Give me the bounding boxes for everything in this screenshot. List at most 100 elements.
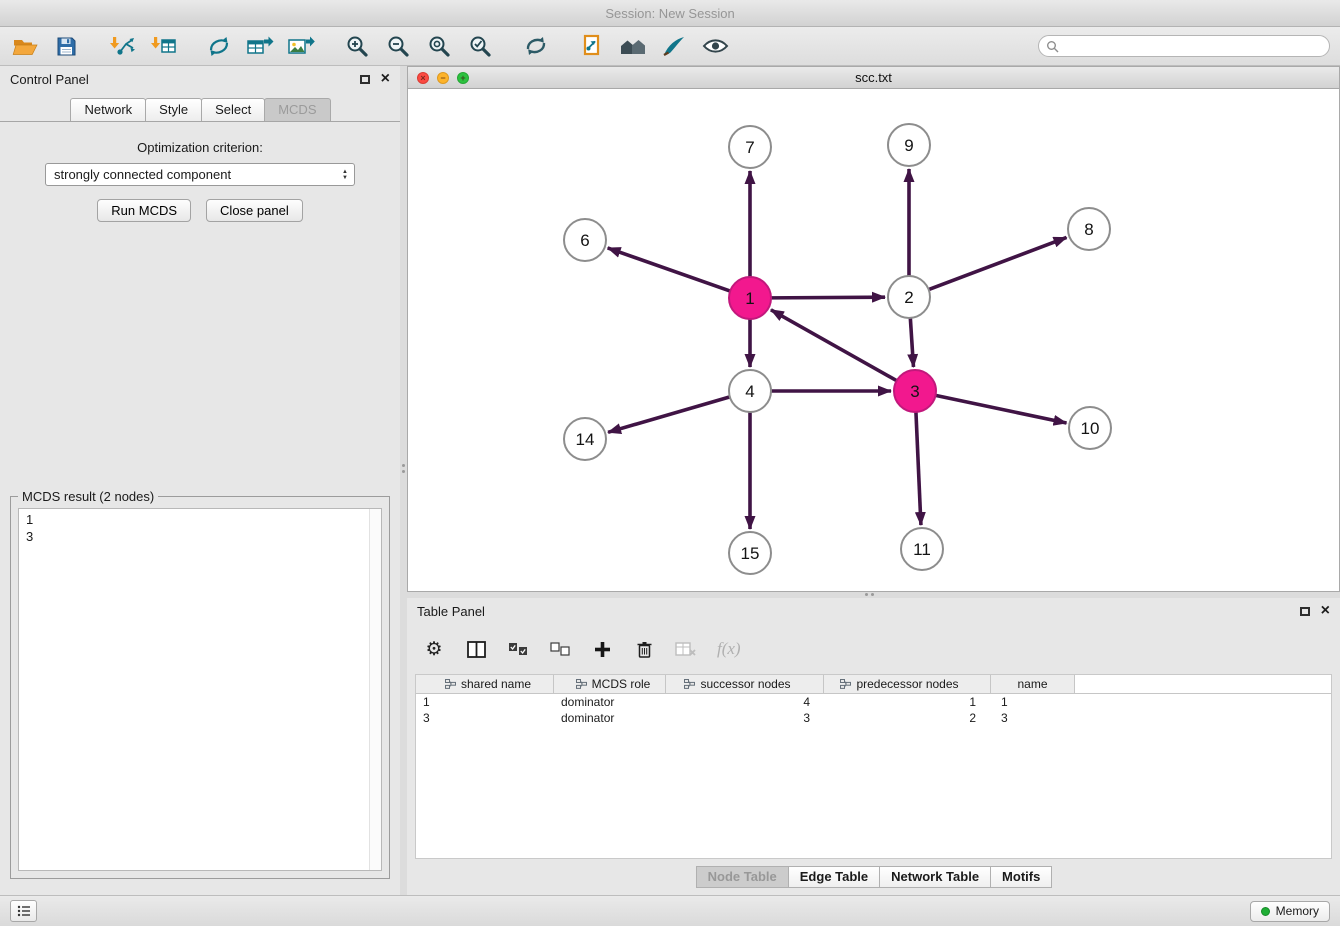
graph-node-14[interactable]: 14 — [564, 418, 606, 460]
import-network-button[interactable] — [107, 31, 137, 61]
graph-edge-3-1[interactable] — [771, 310, 897, 381]
zoom-in-button[interactable] — [342, 31, 372, 61]
close-table-panel-icon[interactable]: × — [1321, 603, 1330, 619]
graph-node-3[interactable]: 3 — [894, 370, 936, 412]
window-title: Session: New Session — [605, 6, 734, 21]
graph-node-2[interactable]: 2 — [888, 276, 930, 318]
paint-style-button[interactable] — [659, 31, 689, 61]
zoom-selected-icon — [468, 34, 492, 58]
result-value: 1 — [26, 511, 374, 528]
graph-node-10[interactable]: 10 — [1069, 407, 1111, 449]
vertical-splitter[interactable] — [400, 66, 407, 895]
tab-motifs[interactable]: Motifs — [990, 866, 1052, 888]
cell-mcds-role: dominator — [554, 710, 666, 726]
open-session-button[interactable] — [10, 31, 40, 61]
refresh-arrows-icon — [524, 35, 548, 57]
graph-node-9[interactable]: 9 — [888, 124, 930, 166]
zoom-in-icon — [345, 34, 369, 58]
export-table-button[interactable] — [245, 31, 275, 61]
table-row[interactable]: 1 dominator 4 1 1 — [416, 694, 1331, 710]
tab-network-table[interactable]: Network Table — [879, 866, 991, 888]
import-network-icon — [109, 35, 136, 57]
criterion-dropdown-value: strongly connected component — [54, 167, 231, 182]
show-hide-details-button[interactable] — [700, 31, 730, 61]
deselect-all-rows-button[interactable] — [549, 637, 571, 661]
tab-edge-table[interactable]: Edge Table — [788, 866, 880, 888]
graph-edge-3-11[interactable] — [916, 412, 921, 525]
window-zoom-button[interactable]: + — [457, 72, 469, 84]
apply-layout-button[interactable] — [521, 31, 551, 61]
graph-edge-4-14[interactable] — [608, 397, 730, 432]
graph-node-15[interactable]: 15 — [729, 532, 771, 574]
criterion-dropdown[interactable]: strongly connected component ▲▼ — [45, 163, 355, 186]
select-all-rows-button[interactable] — [507, 637, 529, 661]
delete-rows-button[interactable] — [633, 637, 655, 661]
control-panel-title: Control Panel — [10, 72, 89, 87]
graph-edge-1-6[interactable] — [608, 248, 731, 291]
tab-mcds[interactable]: MCDS — [264, 98, 330, 121]
column-visibility-button[interactable] — [465, 637, 487, 661]
zoom-selected-button[interactable] — [465, 31, 495, 61]
document-share-button[interactable] — [577, 31, 607, 61]
column-header-shared-name[interactable]: shared name — [416, 675, 554, 694]
column-header-mcds-role[interactable]: MCDS role — [554, 675, 666, 694]
zoom-out-button[interactable] — [383, 31, 413, 61]
tab-style[interactable]: Style — [145, 98, 202, 121]
mcds-result-list[interactable]: 1 3 — [18, 508, 382, 871]
tab-select[interactable]: Select — [201, 98, 265, 121]
graph-node-1[interactable]: 1 — [729, 277, 771, 319]
save-session-button[interactable] — [51, 31, 81, 61]
export-network-button[interactable] — [204, 31, 234, 61]
graph-node-4[interactable]: 4 — [729, 370, 771, 412]
network-view-window: scc.txt × − + 7 9 6 8 1 2 4 3 14 10 15 11 — [407, 66, 1340, 592]
cell-shared-name: 1 — [416, 694, 554, 710]
horizontal-splitter[interactable] — [407, 592, 1340, 598]
float-table-panel-button[interactable] — [1300, 607, 1310, 616]
table-panel-header: Table Panel × — [407, 598, 1340, 624]
graph-edge-1-2[interactable] — [771, 297, 885, 298]
import-table-icon — [150, 35, 177, 57]
delete-table-button[interactable] — [675, 637, 697, 661]
home-button[interactable] — [618, 31, 648, 61]
table-settings-button[interactable]: ⚙ — [423, 637, 445, 661]
graph-edge-2-8[interactable] — [929, 237, 1067, 289]
graph-node-label: 14 — [576, 430, 595, 449]
search-input[interactable] — [1064, 39, 1322, 53]
control-panel-header: Control Panel × — [0, 66, 400, 92]
column-sort-icon — [445, 679, 456, 689]
table-row[interactable]: 3 dominator 3 2 3 — [416, 710, 1331, 726]
column-header-name[interactable]: name — [991, 675, 1075, 694]
network-canvas[interactable]: 7 9 6 8 1 2 4 3 14 10 15 11 — [408, 89, 1339, 591]
table-tabs: Node Table Edge Table Network Table Moti… — [407, 859, 1340, 895]
result-value: 3 — [26, 528, 374, 545]
graph-node-6[interactable]: 6 — [564, 219, 606, 261]
network-window-titlebar[interactable]: scc.txt × − + — [408, 67, 1339, 89]
graph-node-11[interactable]: 11 — [901, 528, 943, 570]
task-history-button[interactable] — [10, 900, 37, 922]
add-row-button[interactable] — [591, 637, 613, 661]
close-panel-icon[interactable]: × — [381, 71, 390, 87]
function-builder-button[interactable]: f(x) — [717, 637, 741, 661]
result-scrollbar[interactable] — [369, 509, 381, 870]
memory-status-icon — [1261, 907, 1270, 916]
graph-node-7[interactable]: 7 — [729, 126, 771, 168]
graph-node-8[interactable]: 8 — [1068, 208, 1110, 250]
graph-edge-2-3[interactable] — [910, 318, 913, 367]
tab-network[interactable]: Network — [70, 98, 146, 121]
window-minimize-button[interactable]: − — [437, 72, 449, 84]
run-mcds-button[interactable]: Run MCDS — [97, 199, 191, 222]
export-table-icon — [246, 35, 274, 57]
graph-edge-3-10[interactable] — [936, 395, 1067, 423]
graph-node-label: 1 — [745, 289, 754, 308]
import-table-button[interactable] — [148, 31, 178, 61]
export-image-button[interactable] — [286, 31, 316, 61]
zoom-fit-button[interactable] — [424, 31, 454, 61]
column-header-predecessor-nodes[interactable]: predecessor nodes — [824, 675, 991, 694]
column-header-successor-nodes[interactable]: successor nodes — [666, 675, 824, 694]
tab-node-table[interactable]: Node Table — [696, 866, 789, 888]
window-close-button[interactable]: × — [417, 72, 429, 84]
memory-button[interactable]: Memory — [1250, 901, 1330, 922]
float-panel-button[interactable] — [360, 75, 370, 84]
network-graph: 7 9 6 8 1 2 4 3 14 10 15 11 — [408, 89, 1339, 591]
close-panel-button[interactable]: Close panel — [206, 199, 303, 222]
